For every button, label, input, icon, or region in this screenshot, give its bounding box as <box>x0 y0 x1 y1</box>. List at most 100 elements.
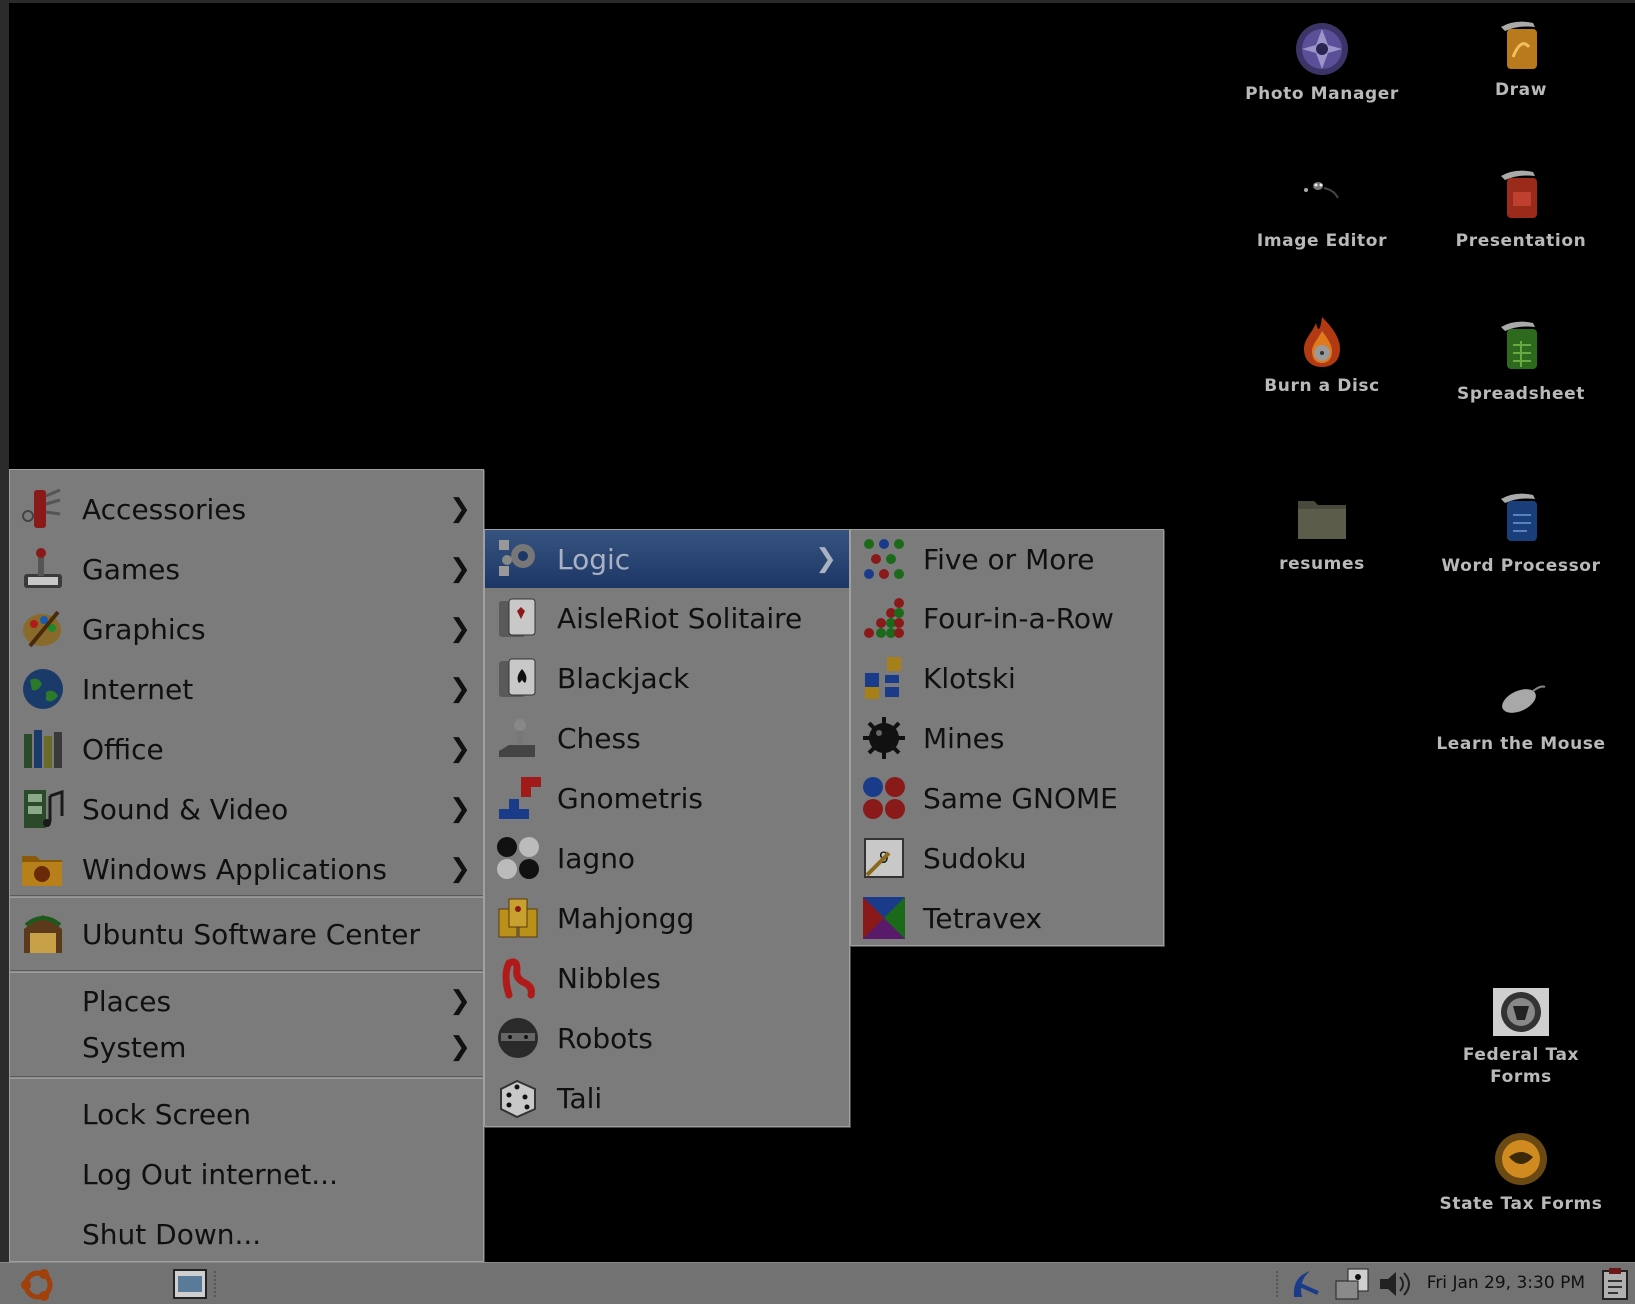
chevron-right-icon: ❯ <box>449 614 471 644</box>
menu-item-graphics[interactable]: Graphics ❯ <box>10 599 483 659</box>
tetravex-icon <box>861 895 907 941</box>
menu-item-five-or-more[interactable]: Five or More <box>851 530 1163 588</box>
photo-manager-icon <box>1294 21 1350 77</box>
network-icon[interactable] <box>1288 1267 1324 1301</box>
clipboard-icon[interactable] <box>1600 1267 1630 1301</box>
chess-icon <box>495 715 541 761</box>
chevron-right-icon: ❯ <box>449 854 471 884</box>
mines-icon <box>861 715 907 761</box>
volume-icon[interactable] <box>1376 1269 1416 1299</box>
irs-seal-icon <box>1491 986 1551 1038</box>
same-gnome-icon <box>861 775 907 821</box>
sound-video-icon <box>20 786 66 832</box>
menu-item-windows-applications[interactable]: Windows Applications ❯ <box>10 839 483 899</box>
menu-item-mines[interactable]: Mines <box>851 708 1163 768</box>
desktop-icon-burn-disc[interactable]: Burn a Disc <box>1222 313 1422 397</box>
menu-separator <box>10 1076 483 1079</box>
desktop-icon-state-tax-forms[interactable]: State Tax Forms <box>1421 1131 1621 1215</box>
menu-item-same-gnome[interactable]: Same GNOME <box>851 768 1163 828</box>
internet-icon <box>20 666 66 712</box>
panel-clock[interactable]: Fri Jan 29, 3:30 PM <box>1427 1273 1585 1293</box>
chevron-right-icon: ❯ <box>449 734 471 764</box>
menu-item-tali[interactable]: Tali <box>485 1068 849 1128</box>
menu-item-accessories[interactable]: Accessories ❯ <box>10 479 483 539</box>
panel-handle <box>214 1271 218 1297</box>
office-icon <box>20 726 66 772</box>
chevron-right-icon: ❯ <box>815 544 837 574</box>
menu-item-robots[interactable]: Robots <box>485 1008 849 1068</box>
spreadsheet-icon <box>1493 321 1549 377</box>
chevron-right-icon: ❯ <box>449 794 471 824</box>
image-editor-icon <box>1294 168 1350 224</box>
klotski-icon <box>861 655 907 701</box>
menu-item-system[interactable]: System ❯ <box>10 1024 483 1070</box>
menu-item-sudoku[interactable]: 9 Sudoku <box>851 828 1163 888</box>
folder-icon <box>1294 491 1350 547</box>
menu-item-places[interactable]: Places ❯ <box>10 978 483 1024</box>
bottom-panel: Fri Jan 29, 3:30 PM <box>0 1262 1635 1304</box>
sudoku-icon: 9 <box>861 835 907 881</box>
menu-item-log-out[interactable]: Log Out internet... <box>10 1144 483 1204</box>
menu-item-tetravex[interactable]: Tetravex <box>851 888 1163 948</box>
state-seal-icon <box>1493 1131 1549 1187</box>
five-or-more-icon <box>861 536 907 582</box>
burn-disc-icon <box>1294 313 1350 369</box>
games-icon <box>20 546 66 592</box>
desktop-icon-image-editor[interactable]: Image Editor <box>1222 168 1422 252</box>
desktop-icon-photo-manager[interactable]: Photo Manager <box>1222 21 1422 105</box>
menu-item-office[interactable]: Office ❯ <box>10 719 483 779</box>
desktop-icon-resumes[interactable]: resumes <box>1222 491 1422 575</box>
menu-item-games[interactable]: Games ❯ <box>10 539 483 599</box>
desktop-icon-word-processor[interactable]: Word Processor <box>1421 493 1621 577</box>
menu-item-four-in-a-row[interactable]: Four-in-a-Row <box>851 588 1163 648</box>
menu-item-blackjack[interactable]: Blackjack <box>485 648 849 708</box>
presentation-icon <box>1493 168 1549 224</box>
solitaire-icon <box>495 595 541 641</box>
menu-item-internet[interactable]: Internet ❯ <box>10 659 483 719</box>
games-submenu: Logic ❯ AisleRiot Solitaire Blackjack Ch… <box>484 529 850 1127</box>
menu-item-gnometris[interactable]: Gnometris <box>485 768 849 828</box>
desktop-icon-federal-tax-forms[interactable]: Federal Tax Forms <box>1421 986 1621 1088</box>
menu-item-lock-screen[interactable]: Lock Screen <box>10 1084 483 1144</box>
mahjongg-icon <box>495 895 541 941</box>
chevron-right-icon: ❯ <box>449 1032 471 1062</box>
logic-icon <box>495 536 541 582</box>
menu-item-logic[interactable]: Logic ❯ <box>485 530 849 588</box>
dice-icon <box>495 1075 541 1121</box>
update-notifier-icon[interactable] <box>1332 1267 1372 1301</box>
word-processor-icon <box>1493 493 1549 549</box>
logic-submenu: Five or More Four-in-a-Row Klotski Mines… <box>850 529 1164 946</box>
menu-item-klotski[interactable]: Klotski <box>851 648 1163 708</box>
desktop-icon-presentation[interactable]: Presentation <box>1421 168 1621 252</box>
windows-apps-icon <box>20 846 66 892</box>
menu-item-nibbles[interactable]: Nibbles <box>485 948 849 1008</box>
draw-icon <box>1493 17 1549 73</box>
menu-item-ubuntu-software-center[interactable]: Ubuntu Software Center <box>10 902 483 966</box>
desktop-icon-learn-mouse[interactable]: Learn the Mouse <box>1421 671 1621 755</box>
chevron-right-icon: ❯ <box>449 554 471 584</box>
chevron-right-icon: ❯ <box>449 494 471 524</box>
applications-menu: Accessories ❯ Games ❯ Graphics ❯ Interne… <box>9 469 484 1262</box>
nibbles-icon <box>495 955 541 1001</box>
menu-item-chess[interactable]: Chess <box>485 708 849 768</box>
menu-item-iagno[interactable]: Iagno <box>485 828 849 888</box>
chevron-right-icon: ❯ <box>449 986 471 1016</box>
menu-separator <box>10 970 483 973</box>
blackjack-icon <box>495 655 541 701</box>
desktop-icon-draw[interactable]: Draw <box>1421 17 1621 101</box>
gnometris-icon <box>495 775 541 821</box>
software-center-icon <box>20 911 66 957</box>
show-desktop-icon[interactable] <box>172 1268 208 1300</box>
chevron-right-icon: ❯ <box>449 674 471 704</box>
menu-item-sound-video[interactable]: Sound & Video ❯ <box>10 779 483 839</box>
ubuntu-logo-icon[interactable] <box>18 1267 58 1303</box>
desktop-icon-spreadsheet[interactable]: Spreadsheet <box>1421 321 1621 405</box>
four-in-a-row-icon <box>861 595 907 641</box>
graphics-icon <box>20 606 66 652</box>
menu-item-shut-down[interactable]: Shut Down... <box>10 1204 483 1264</box>
menu-item-mahjongg[interactable]: Mahjongg <box>485 888 849 948</box>
mouse-icon <box>1493 671 1549 727</box>
menu-item-aisleriot-solitaire[interactable]: AisleRiot Solitaire <box>485 588 849 648</box>
panel-handle <box>1276 1271 1280 1297</box>
menu-separator <box>10 895 483 898</box>
